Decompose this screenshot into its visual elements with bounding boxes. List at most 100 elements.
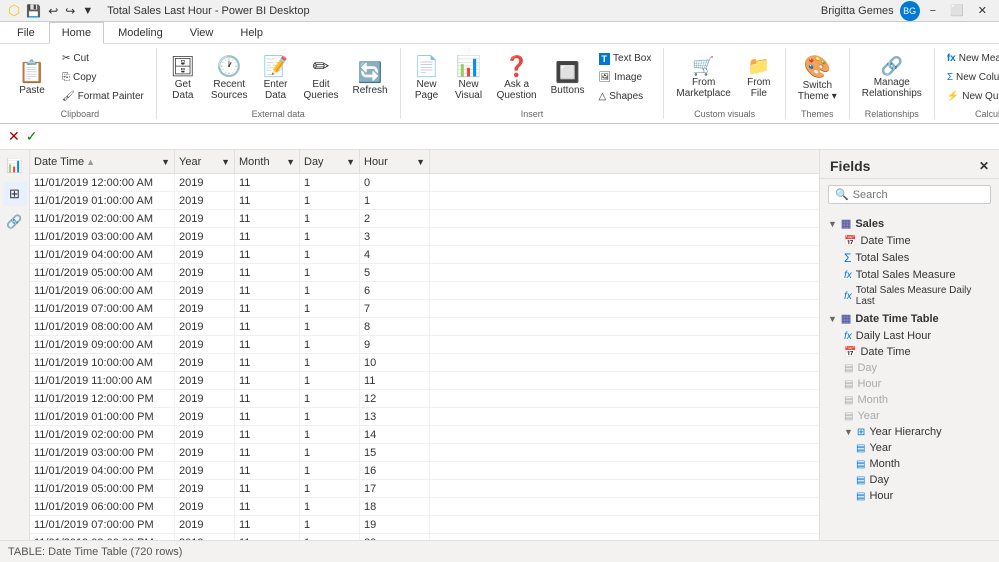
cut-button[interactable]: ✂ Cut	[56, 50, 150, 68]
tree-item-date-time-2[interactable]: 📅 Date Time	[820, 344, 999, 360]
col-header-month[interactable]: Month ▼	[235, 150, 300, 173]
formula-confirm[interactable]: ✓	[26, 128, 38, 145]
table-row[interactable]: 11/01/2019 02:00:00 AM20191112	[30, 210, 819, 228]
copy-button[interactable]: ⎘ Copy	[56, 69, 150, 87]
tab-file[interactable]: File	[4, 21, 48, 43]
table-row[interactable]: 11/01/2019 02:00:00 PM201911114	[30, 426, 819, 444]
ask-question-button[interactable]: ❓ Ask aQuestion	[491, 50, 543, 106]
shapes-button[interactable]: △ Shapes	[593, 88, 658, 106]
paste-button[interactable]: 📋 Paste	[10, 50, 54, 106]
col-month-filter-icon[interactable]: ▼	[286, 157, 295, 167]
new-visual-button[interactable]: 📊 NewVisual	[449, 50, 489, 106]
table-row[interactable]: 11/01/2019 04:00:00 AM20191114	[30, 246, 819, 264]
table-row[interactable]: 11/01/2019 03:00:00 AM20191113	[30, 228, 819, 246]
edit-queries-button[interactable]: ✏ EditQueries	[298, 50, 345, 106]
close-btn[interactable]: ✕	[974, 4, 991, 17]
table-row[interactable]: 11/01/2019 08:00:00 PM201911120	[30, 534, 819, 540]
tab-help[interactable]: Help	[227, 21, 276, 43]
col-day-filter-icon[interactable]: ▼	[346, 157, 355, 167]
minimize-btn[interactable]: −	[926, 5, 940, 17]
tree-item-daily-last-hour[interactable]: fx Daily Last Hour	[820, 328, 999, 344]
enter-data-button[interactable]: 📝 EnterData	[256, 50, 296, 106]
tree-section-sales[interactable]: ▼ ▦ Sales	[820, 214, 999, 233]
model-view-icon[interactable]: 🔗	[3, 210, 27, 234]
table-row[interactable]: 11/01/2019 04:00:00 PM201911116	[30, 462, 819, 480]
undo-btn[interactable]: ↩	[46, 4, 60, 18]
tree-item-hour[interactable]: ▤ Hour	[820, 376, 999, 392]
tree-item-month[interactable]: ▤ Month	[820, 392, 999, 408]
tree-item-day[interactable]: ▤ Day	[820, 360, 999, 376]
col-year-label: Year	[179, 156, 201, 168]
image-button[interactable]: 🖼 Image	[593, 69, 658, 87]
refresh-button[interactable]: 🔄 Refresh	[347, 50, 394, 106]
fields-close-icon[interactable]: ✕	[979, 159, 989, 173]
switch-theme-button[interactable]: 🎨 SwitchTheme ▾	[792, 50, 843, 106]
report-view-icon[interactable]: 📊	[3, 154, 27, 178]
col-date-filter-icon[interactable]: ▼	[161, 157, 170, 167]
table-row[interactable]: 11/01/2019 03:00:00 PM201911115	[30, 444, 819, 462]
tab-home[interactable]: Home	[49, 22, 104, 44]
format-painter-button[interactable]: 🖌 Format Painter	[56, 88, 150, 106]
recent-sources-button[interactable]: 🕐 RecentSources	[205, 50, 254, 106]
data-view-icon[interactable]: ⊞	[3, 182, 27, 206]
col-header-hour[interactable]: Hour ▼	[360, 150, 430, 173]
table-row[interactable]: 11/01/2019 07:00:00 PM201911119	[30, 516, 819, 534]
tree-item-date-time[interactable]: 📅 Date Time	[820, 233, 999, 249]
tree-item-total-sales-measure[interactable]: fx Total Sales Measure	[820, 267, 999, 283]
col-header-day[interactable]: Day ▼	[300, 150, 360, 173]
maximize-btn[interactable]: ⬜	[946, 4, 968, 17]
new-quick-measure-button[interactable]: ⚡ New Quick Measure	[941, 88, 999, 106]
tree-item-total-sales-measure-daily[interactable]: fx Total Sales Measure Daily Last	[820, 283, 999, 309]
tree-item-h-day[interactable]: ▤ Day	[820, 472, 999, 488]
table-row[interactable]: 11/01/2019 06:00:00 AM20191116	[30, 282, 819, 300]
fields-search-input[interactable]	[853, 189, 984, 201]
get-data-button[interactable]: 🗄 GetData	[163, 50, 203, 106]
save-btn[interactable]: 💾	[24, 4, 43, 18]
table-row[interactable]: 11/01/2019 07:00:00 AM20191117	[30, 300, 819, 318]
table-row[interactable]: 11/01/2019 11:00:00 AM201911111	[30, 372, 819, 390]
table-row[interactable]: 11/01/2019 08:00:00 AM20191118	[30, 318, 819, 336]
buttons-button[interactable]: 🔲 Buttons	[545, 50, 591, 106]
tree-item-h-month[interactable]: ▤ Month	[820, 456, 999, 472]
tree-section-datetime-table[interactable]: ▼ ▦ Date Time Table	[820, 309, 999, 328]
avatar[interactable]: BG	[900, 1, 920, 21]
tree-item-total-sales[interactable]: Σ Total Sales	[820, 249, 999, 267]
col-header-date-time[interactable]: Date Time ▲ ▼	[30, 150, 175, 173]
get-data-label: GetData	[172, 79, 193, 101]
table-row[interactable]: 11/01/2019 09:00:00 AM20191119	[30, 336, 819, 354]
formula-cancel[interactable]: ✕	[8, 128, 20, 145]
tree-item-h-hour[interactable]: ▤ Hour	[820, 488, 999, 504]
new-column-button[interactable]: Σ New Column	[941, 69, 999, 87]
total-sales-label: Total Sales	[855, 252, 909, 264]
tab-modeling[interactable]: Modeling	[105, 21, 176, 43]
tree-item-year-hierarchy[interactable]: ▼ ⊞ Year Hierarchy	[820, 424, 999, 440]
from-file-button[interactable]: 📁 FromFile	[739, 50, 779, 106]
col-hour-filter-icon[interactable]: ▼	[416, 157, 425, 167]
table-row[interactable]: 11/01/2019 06:00:00 PM201911118	[30, 498, 819, 516]
text-box-button[interactable]: T Text Box	[593, 50, 658, 68]
table-cell: 11	[235, 174, 300, 191]
table-cell: 1	[300, 534, 360, 540]
table-row[interactable]: 11/01/2019 01:00:00 PM201911113	[30, 408, 819, 426]
tree-item-h-year[interactable]: ▤ Year	[820, 440, 999, 456]
new-page-button[interactable]: 📄 NewPage	[407, 50, 447, 106]
tab-view[interactable]: View	[177, 21, 227, 43]
col-year-filter-icon[interactable]: ▼	[221, 157, 230, 167]
table-cell: 2019	[175, 372, 235, 389]
formula-input[interactable]	[43, 131, 991, 143]
col-header-year[interactable]: Year ▼	[175, 150, 235, 173]
manage-relationships-button[interactable]: 🔗 ManageRelationships	[856, 50, 928, 106]
tree-item-year[interactable]: ▤ Year	[820, 408, 999, 424]
table-row[interactable]: 11/01/2019 01:00:00 AM20191111	[30, 192, 819, 210]
table-row[interactable]: 11/01/2019 10:00:00 AM201911110	[30, 354, 819, 372]
from-marketplace-button[interactable]: 🛒 FromMarketplace	[670, 50, 736, 106]
redo-btn[interactable]: ↪	[63, 4, 77, 18]
thumbnail-btn[interactable]: ▼	[80, 5, 95, 17]
table-row[interactable]: 11/01/2019 05:00:00 PM201911117	[30, 480, 819, 498]
new-measure-button[interactable]: fx New Measure	[941, 50, 999, 68]
fields-panel-header: Fields ✕	[820, 150, 999, 179]
table-row[interactable]: 11/01/2019 05:00:00 AM20191115	[30, 264, 819, 282]
table-row[interactable]: 11/01/2019 12:00:00 PM201911112	[30, 390, 819, 408]
fields-search-box[interactable]: 🔍	[828, 185, 991, 204]
table-row[interactable]: 11/01/2019 12:00:00 AM20191110	[30, 174, 819, 192]
